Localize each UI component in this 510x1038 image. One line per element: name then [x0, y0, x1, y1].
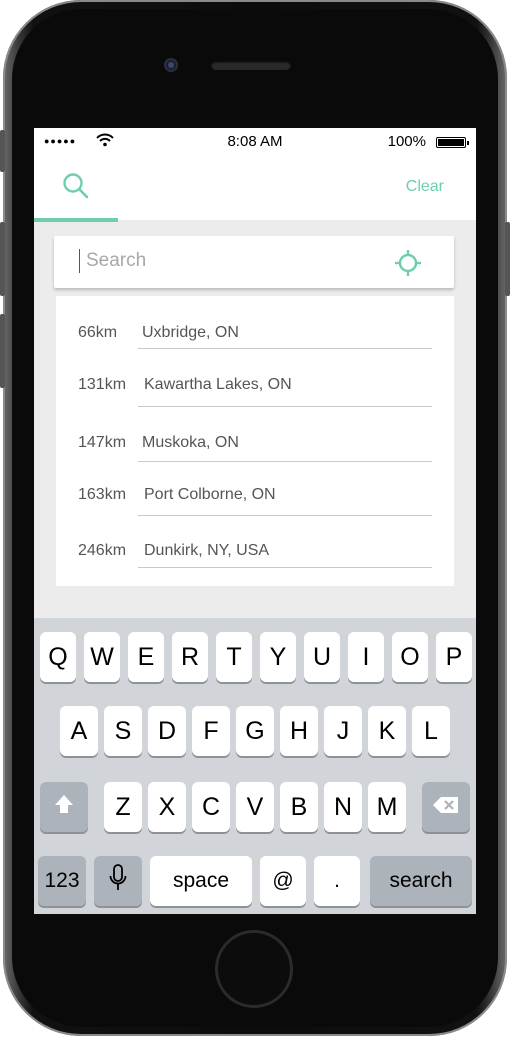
volume-down-button [0, 314, 5, 388]
search-input[interactable] [78, 248, 386, 274]
row-divider [138, 515, 432, 516]
result-place: Muskoka, ON [142, 434, 239, 451]
result-place: Dunkirk, NY, USA [144, 542, 270, 559]
key-l[interactable]: L [412, 706, 450, 756]
key-m[interactable]: M [368, 782, 406, 832]
key-f[interactable]: F [192, 706, 230, 756]
key-y[interactable]: Y [260, 632, 296, 682]
power-button [505, 222, 510, 296]
key-q[interactable]: Q [40, 632, 76, 682]
list-item[interactable]: 66km Uxbridge, ON [56, 306, 454, 360]
volume-up-button [0, 222, 5, 296]
result-distance: 163km [78, 486, 127, 503]
key-b[interactable]: B [280, 782, 318, 832]
numbers-key[interactable]: 123 [38, 856, 86, 906]
battery-percent: 100% [387, 133, 426, 150]
key-t[interactable]: T [216, 632, 252, 682]
result-place: Port Colborne, ON [144, 486, 276, 503]
key-j[interactable]: J [324, 706, 362, 756]
row-divider [138, 461, 432, 462]
shift-key[interactable] [40, 782, 88, 832]
key-k[interactable]: K [368, 706, 406, 756]
front-camera [164, 58, 178, 72]
key-u[interactable]: U [304, 632, 340, 682]
result-place: Uxbridge, ON [142, 324, 239, 341]
delete-key[interactable] [422, 782, 470, 832]
result-distance: 66km [78, 324, 118, 341]
row-divider [138, 406, 432, 407]
key-d[interactable]: D [148, 706, 186, 756]
key-i[interactable]: I [348, 632, 384, 682]
key-g[interactable]: G [236, 706, 274, 756]
backspace-icon [432, 793, 460, 822]
key-w[interactable]: W [84, 632, 120, 682]
key-h[interactable]: H [280, 706, 318, 756]
crosshair-icon[interactable] [394, 249, 422, 282]
space-key[interactable]: space [150, 856, 252, 906]
header-bar: Clear [34, 156, 476, 222]
key-s[interactable]: S [104, 706, 142, 756]
key-v[interactable]: V [236, 782, 274, 832]
period-key[interactable]: . [314, 856, 360, 906]
screen: ●●●●● 8:08 AM 100% Clear Search 66km Uxb… [34, 128, 476, 914]
key-p[interactable]: P [436, 632, 472, 682]
result-distance: 246km [78, 542, 127, 559]
earpiece-speaker [211, 61, 291, 70]
search-key[interactable]: search [370, 856, 472, 906]
mute-switch [0, 130, 5, 172]
results-list: 66km Uxbridge, ON 131km Kawartha Lakes, … [56, 296, 454, 586]
key-x[interactable]: X [148, 782, 186, 832]
shift-icon [53, 793, 75, 822]
key-c[interactable]: C [192, 782, 230, 832]
key-o[interactable]: O [392, 632, 428, 682]
list-item[interactable]: 163km Port Colborne, ON [56, 468, 454, 522]
clear-button[interactable]: Clear [406, 178, 444, 196]
key-z[interactable]: Z [104, 782, 142, 832]
key-r[interactable]: R [172, 632, 208, 682]
result-distance: 131km [78, 376, 127, 393]
list-item[interactable]: 131km Kawartha Lakes, ON [56, 358, 454, 412]
home-button[interactable] [215, 930, 293, 1008]
microphone-icon [109, 863, 127, 899]
list-item[interactable]: 246km Dunkirk, NY, USA [56, 524, 454, 578]
search-bar [54, 236, 454, 288]
status-bar: ●●●●● 8:08 AM 100% [34, 128, 476, 156]
search-icon [62, 172, 90, 205]
keyboard: Q W E R T Y U I O P A S D F G H J K L Z … [34, 618, 476, 914]
key-a[interactable]: A [60, 706, 98, 756]
battery-icon [436, 137, 469, 148]
at-key[interactable]: @ [260, 856, 306, 906]
tab-search[interactable] [34, 156, 118, 222]
result-place: Kawartha Lakes, ON [144, 376, 292, 393]
result-distance: 147km [78, 434, 127, 451]
active-tab-indicator [34, 218, 118, 222]
row-divider [138, 567, 432, 568]
key-e[interactable]: E [128, 632, 164, 682]
dictation-key[interactable] [94, 856, 142, 906]
key-n[interactable]: N [324, 782, 362, 832]
list-item[interactable]: 147km Muskoka, ON [56, 416, 454, 470]
row-divider [138, 348, 432, 349]
